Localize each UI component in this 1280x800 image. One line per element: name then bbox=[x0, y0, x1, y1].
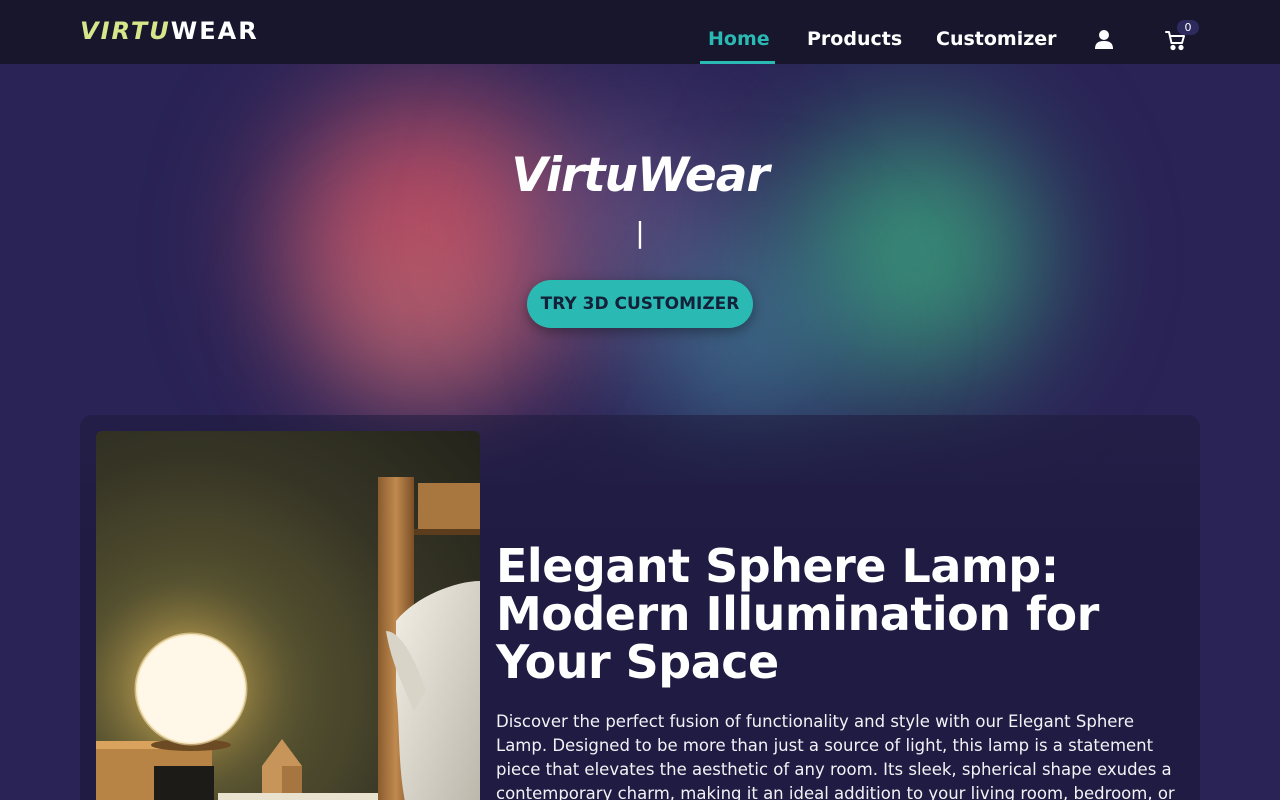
logo[interactable]: VIRTUWEAR bbox=[80, 17, 259, 45]
nav-link-customizer[interactable]: Customizer bbox=[936, 27, 1057, 51]
logo-part-virtu: VIRTU bbox=[80, 17, 171, 45]
hero-title: VirtuWear bbox=[511, 148, 769, 203]
navbar: VIRTUWEAR Home Products Customizer 0 bbox=[0, 0, 1280, 64]
nav-link-home[interactable]: Home bbox=[708, 27, 770, 51]
logo-part-wear: WEAR bbox=[170, 17, 259, 45]
user-icon[interactable] bbox=[1093, 29, 1115, 51]
featured-product-card: Elegant Sphere Lamp: Modern Illumination… bbox=[80, 415, 1200, 800]
product-title: Elegant Sphere Lamp: Modern Illumination… bbox=[496, 539, 1099, 689]
nav-active-indicator bbox=[700, 61, 775, 64]
typing-cursor: | bbox=[635, 216, 645, 249]
nav-link-products[interactable]: Products bbox=[807, 27, 902, 51]
cart-count-badge: 0 bbox=[1177, 20, 1199, 35]
product-image bbox=[96, 431, 480, 800]
product-description: Discover the perfect fusion of functiona… bbox=[496, 712, 1175, 800]
try-3d-customizer-button[interactable]: TRY 3D CUSTOMIZER bbox=[527, 280, 753, 328]
